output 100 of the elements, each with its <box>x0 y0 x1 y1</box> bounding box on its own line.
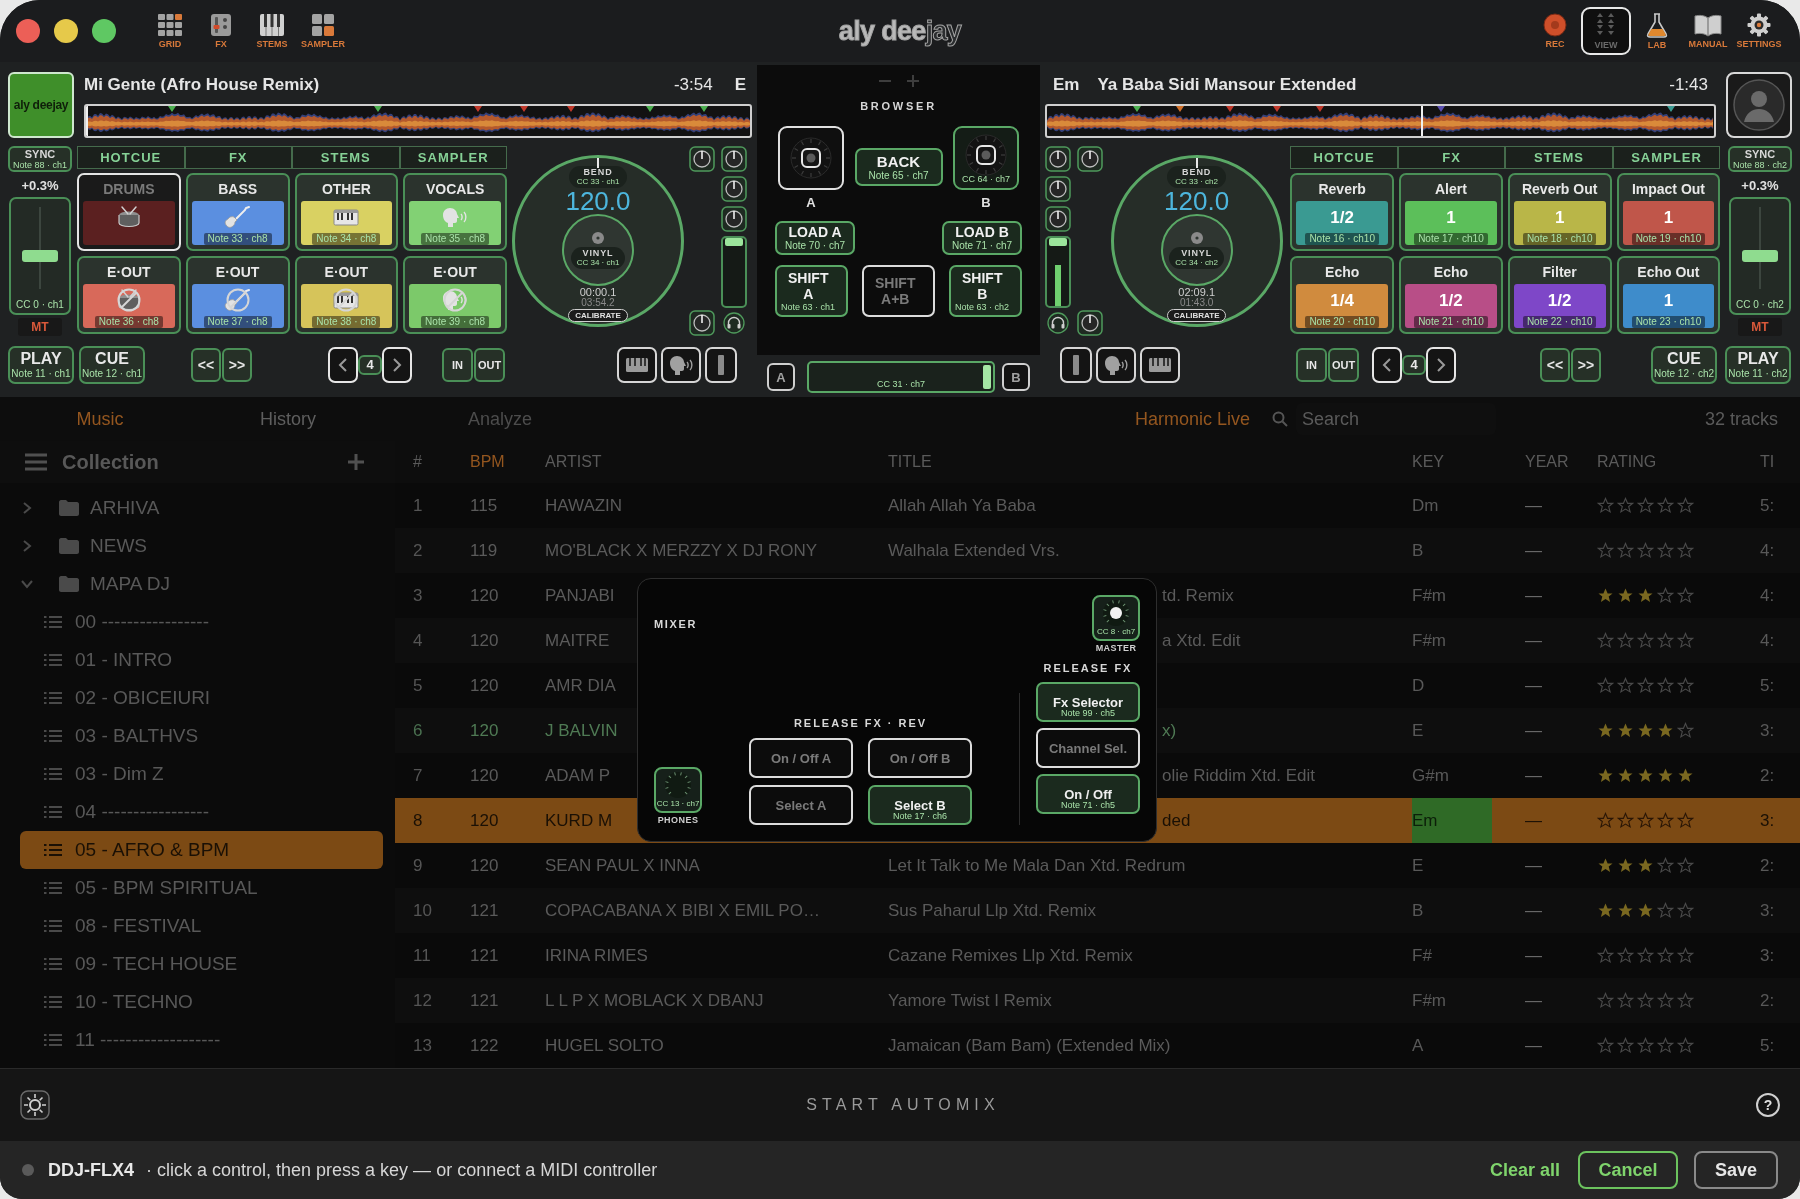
table-cell-text: F#m <box>1412 629 1447 652</box>
table-cell-text: 3 <box>413 584 423 607</box>
midi-note-label: Note 37 · ch8 <box>203 316 272 328</box>
total-time: 03:54.2 <box>581 298 615 308</box>
track-key: E <box>734 72 746 98</box>
midi-note-label: CC 33 · ch2 <box>1175 178 1218 186</box>
table-cell-text: 121 <box>470 944 499 967</box>
table-cell-text: 120 <box>470 764 499 787</box>
table-cell-text: 121 <box>470 989 499 1012</box>
table-cell-text: olie Riddim Xtd. Edit <box>1162 764 1316 787</box>
table-cell-text: Let It Talk to Me Mala Dan Xtd. Redrum <box>888 854 1186 877</box>
midi-note-label: CC 0 · ch2 <box>1736 300 1784 310</box>
remaining-time: -1:43 <box>1669 74 1708 96</box>
table-cell-text: KURD M <box>545 809 613 832</box>
knob-label: B <box>981 196 991 209</box>
table-cell-text: — <box>1525 764 1542 787</box>
knob-label: PHONES <box>657 816 699 825</box>
track-title: Ya Baba Sidi Mansour Extended <box>1097 74 1357 96</box>
table-cell-text: x) <box>1162 719 1177 742</box>
table-cell-text: J BALVIN <box>545 719 618 742</box>
total-time: 01:43.0 <box>1179 298 1214 308</box>
midi-note-label: Note 70 · ch7 <box>784 241 845 251</box>
table-cell-text: Cazane Remixes Llp Xtd. Remix <box>888 944 1133 967</box>
table-cell-text: 120 <box>470 719 499 742</box>
track-count: 32 tracks <box>1704 407 1778 431</box>
table-cell-text: 119 <box>470 539 498 562</box>
table-cell-text: — <box>1525 539 1542 562</box>
table-cell-text: — <box>1525 584 1542 607</box>
table-cell-text: 3: <box>1760 719 1775 742</box>
browser-title: BROWSER <box>860 101 937 112</box>
bpm-readout: 120.0 <box>565 188 631 214</box>
table-cell-text: — <box>1525 944 1542 967</box>
midi-note-label: Note 16 · ch10 <box>1305 233 1379 245</box>
table-cell-text: 5: <box>1760 494 1775 517</box>
elapsed-time: 02:09.1 <box>1178 287 1215 298</box>
elapsed-time: 00:00.1 <box>579 287 617 298</box>
pad-value: 1/2 <box>1439 291 1463 309</box>
table-cell-text: Yamore Twist I Remix <box>888 989 1052 1012</box>
midi-note-label: Note 18 · ch10 <box>1522 233 1597 245</box>
table-cell-text: 122 <box>470 1034 499 1057</box>
table-cell-text: HAWAZIN <box>545 494 623 517</box>
table-cell-text: — <box>1525 674 1542 697</box>
midi-note-label: CC 8 · ch7 <box>1096 628 1136 636</box>
table-cell-text: ADAM P <box>545 764 611 787</box>
status-message: · click a control, then press a key — or connect a MIDI controller <box>146 1158 658 1182</box>
knob-label: A <box>806 196 816 209</box>
table-cell-text: G#m <box>1412 764 1450 787</box>
pad-value: 1 <box>1554 208 1565 226</box>
table-cell-text: — <box>1525 809 1542 832</box>
pitch-readout: +0.3% <box>1741 178 1779 193</box>
table-cell-text: 4 <box>413 629 423 652</box>
knob-label: MASTER <box>1095 644 1137 653</box>
table-cell-text: 4: <box>1760 584 1775 607</box>
midi-note-label: Note 22 · ch10 <box>1522 316 1597 328</box>
table-cell-text: — <box>1525 494 1542 517</box>
table-cell-text: 4: <box>1760 629 1775 652</box>
midi-note-label: Note 12 · ch1 <box>81 369 142 379</box>
midi-note-label: CC 13 · ch7 <box>656 800 700 808</box>
table-cell-text: 120 <box>470 584 499 607</box>
table-cell-text: td. Remix <box>1162 584 1234 607</box>
pad-value: 1/4 <box>1330 291 1354 309</box>
midi-note-label: Note 11 · ch1 <box>11 369 71 379</box>
midi-note-label: Note 71 · ch7 <box>951 241 1012 251</box>
pad-value: 1/2 <box>1330 208 1354 226</box>
panel-title: MIXER <box>654 619 698 630</box>
midi-note-label: Note 23 · ch10 <box>1631 316 1706 328</box>
midi-note-label: Note 99 · ch5 <box>1061 709 1115 718</box>
table-cell-text: D <box>1412 674 1426 697</box>
section-title: RELEASE FX · REV <box>793 718 928 729</box>
pitch-readout: +0.3% <box>21 178 59 193</box>
table-cell-text: 11 <box>413 944 431 967</box>
table-cell-text: HUGEL SOLTO <box>545 1034 664 1057</box>
table-cell-text: B <box>1412 899 1425 922</box>
table-cell-text: F# <box>1412 944 1433 967</box>
table-cell-text: — <box>1525 629 1542 652</box>
table-cell-text: Allah Allah Ya Baba <box>888 494 1036 517</box>
table-cell-text: B <box>1412 539 1425 562</box>
midi-note-label: Note 71 · ch5 <box>1061 801 1115 810</box>
midi-note-label: Note 21 · ch10 <box>1414 316 1488 328</box>
table-cell-text: IRINA RIMES <box>545 944 648 967</box>
table-cell-text: 1 <box>413 494 423 517</box>
table-cell-text: — <box>1525 1034 1542 1057</box>
table-cell-text: F#m <box>1412 584 1447 607</box>
midi-note-label: CC 31 · ch7 <box>877 380 925 389</box>
table-cell-text: Walhala Extended Vrs. <box>888 539 1060 562</box>
midi-note-label: Note 34 · ch8 <box>312 233 381 245</box>
table-cell-text: a Xtd. Edit <box>1162 629 1241 652</box>
table-cell-text: 4: <box>1760 539 1775 562</box>
midi-note-label: Note 11 · ch2 <box>1728 369 1788 379</box>
table-cell-text: Jamaican (Bam Bam) (Extended Mix) <box>888 1034 1171 1057</box>
table-cell-text: AMR DIA <box>545 674 616 697</box>
table-cell-text: A <box>1412 1034 1425 1057</box>
table-cell-text: — <box>1525 719 1542 742</box>
table-cell-text: 10 <box>413 899 432 922</box>
pad-value: 1 <box>1663 208 1674 226</box>
midi-note-label: Note 36 · ch8 <box>94 316 163 328</box>
midi-note-label: Note 63 · ch2 <box>955 303 1010 312</box>
table-cell-text: — <box>1525 989 1542 1012</box>
midi-note-label: CC 33 · ch1 <box>576 178 620 186</box>
sidebar-title: Collection <box>62 450 159 475</box>
